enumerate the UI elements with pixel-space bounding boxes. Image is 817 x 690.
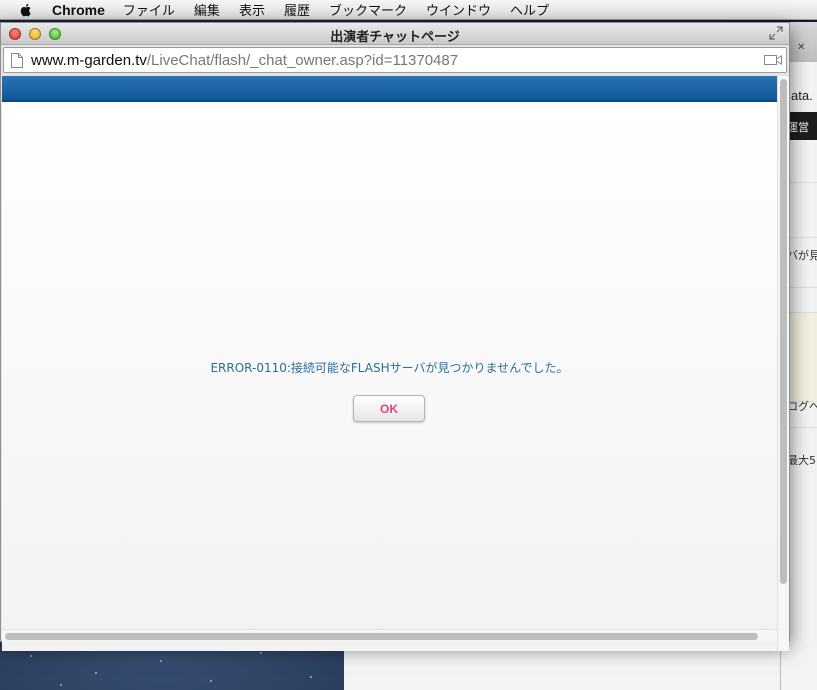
background-text: バが見 xyxy=(787,249,817,262)
horizontal-scroll-thumb[interactable] xyxy=(5,633,758,640)
background-text: ログへ xyxy=(787,400,817,413)
menu-app-name[interactable]: Chrome xyxy=(52,2,105,18)
error-dialog: ERROR-0110:接続可能なFLASHサーバが見つかりませんでした。 OK xyxy=(2,102,777,651)
star xyxy=(30,655,32,657)
menu-file[interactable]: ファイル xyxy=(123,0,175,19)
background-url-fragment: ata. xyxy=(791,88,813,103)
tab-close-icon[interactable]: ✕ xyxy=(797,42,805,53)
background-text: 最大5 xyxy=(787,454,816,467)
window-title: 出演者チャットページ xyxy=(330,30,460,45)
star xyxy=(210,680,212,682)
menu-window[interactable]: ウインドウ xyxy=(426,0,491,19)
page-content: ERROR-0110:接続可能なFLASHサーバが見つかりませんでした。 OK xyxy=(2,76,777,651)
popup-window: 出演者チャットページ www.m-garden.tv/LiveChat/flas… xyxy=(0,22,790,651)
menu-bar: Chrome ファイル 編集 表示 履歴 ブックマーク ウインドウ ヘルプ xyxy=(0,0,817,20)
horizontal-scrollbar[interactable] xyxy=(2,629,777,641)
fullscreen-icon[interactable] xyxy=(769,26,783,40)
page-header-bar xyxy=(2,76,777,102)
star xyxy=(95,672,97,674)
background-window-body xyxy=(344,645,780,690)
star xyxy=(60,684,62,686)
page-icon xyxy=(11,52,23,68)
star xyxy=(260,652,262,654)
menu-bookmarks[interactable]: ブックマーク xyxy=(329,0,407,19)
url-path: /LiveChat/flash/_chat_owner.asp?id=11370… xyxy=(146,51,459,69)
title-bar[interactable]: 出演者チャットページ xyxy=(1,23,789,45)
camera-icon[interactable] xyxy=(764,53,782,67)
menu-history[interactable]: 履歴 xyxy=(284,0,310,19)
url-text[interactable]: www.m-garden.tv/LiveChat/flash/_chat_own… xyxy=(31,52,458,69)
menu-help[interactable]: ヘルプ xyxy=(510,0,549,19)
star xyxy=(160,660,162,662)
url-host: www.m-garden.tv xyxy=(31,51,147,69)
address-bar[interactable]: www.m-garden.tv/LiveChat/flash/_chat_own… xyxy=(3,47,787,73)
menu-edit[interactable]: 編集 xyxy=(194,0,220,19)
error-message: ERROR-0110:接続可能なFLASHサーバが見つかりませんでした。 xyxy=(210,361,569,375)
ok-button[interactable]: OK xyxy=(353,395,425,422)
vertical-scrollbar[interactable] xyxy=(777,76,789,651)
background-panel xyxy=(787,312,817,402)
apple-icon[interactable] xyxy=(18,2,34,18)
vertical-scroll-thumb[interactable] xyxy=(780,79,787,584)
menu-view[interactable]: 表示 xyxy=(239,0,265,19)
star xyxy=(310,676,312,678)
